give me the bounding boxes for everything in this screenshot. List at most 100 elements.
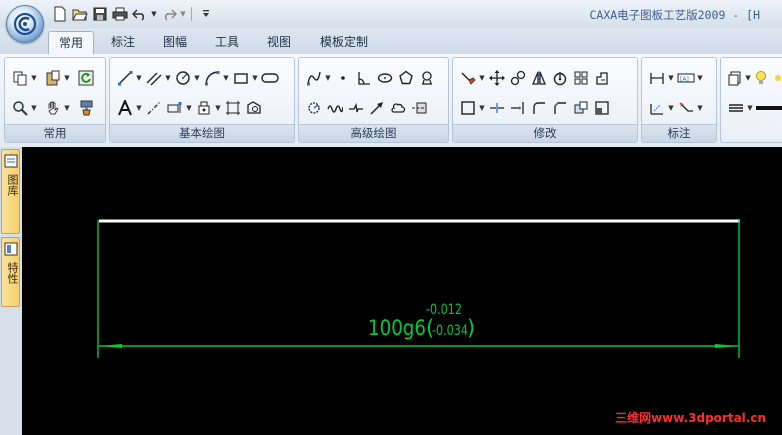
leader-button[interactable] (675, 98, 696, 119)
cloud-line-button[interactable] (387, 98, 408, 119)
arc-button[interactable] (201, 68, 222, 89)
circle-button[interactable] (172, 68, 193, 89)
scale-button[interactable] (591, 98, 612, 119)
boundary-button[interactable] (243, 98, 264, 119)
slot-button[interactable] (259, 68, 280, 89)
arc-dropdown[interactable]: ▼ (222, 68, 230, 89)
circle-dropdown[interactable]: ▼ (193, 68, 201, 89)
text-dropdown[interactable]: ▼ (135, 98, 143, 119)
zoom-dropdown[interactable]: ▼ (30, 98, 38, 119)
new-file-button[interactable] (50, 5, 69, 24)
block-dropdown[interactable]: ▼ (214, 98, 222, 119)
linetype-button[interactable] (725, 98, 746, 119)
gear-tooth-button[interactable] (303, 98, 324, 119)
delete-dropdown[interactable]: ▼ (478, 68, 486, 89)
undo-dropdown[interactable]: ▼ (150, 5, 158, 24)
parallel-dropdown[interactable]: ▼ (164, 68, 172, 89)
linetype-dropdown[interactable]: ▼ (746, 98, 754, 119)
redo-dropdown[interactable]: ▼ (179, 5, 187, 24)
break-line-button[interactable] (345, 98, 366, 119)
tab-annotation[interactable]: 标注 (101, 31, 145, 53)
pan-button[interactable] (42, 98, 63, 119)
text-button[interactable] (114, 98, 135, 119)
layer-state-button[interactable] (752, 68, 771, 89)
refresh-button[interactable] (75, 68, 96, 89)
application-menu-button[interactable] (6, 5, 44, 43)
drawing-canvas[interactable]: 100g6 ( -0.012 -0.034 ) 三维网www.3dportal.… (22, 147, 782, 435)
mirror-button[interactable] (528, 68, 549, 89)
leader-dropdown[interactable]: ▼ (696, 98, 704, 119)
tab-common[interactable]: 常用 (48, 31, 94, 55)
coordinate-dimension-button[interactable] (646, 98, 667, 119)
open-folder-button[interactable] (70, 5, 89, 24)
dimension-style-dropdown[interactable]: ▼ (696, 68, 704, 89)
frame-button[interactable] (222, 98, 243, 119)
hatch-dropdown[interactable]: ▼ (185, 98, 193, 119)
rectangle-dropdown[interactable]: ▼ (251, 68, 259, 89)
lower-tolerance-text[interactable]: -0.034 (432, 323, 468, 339)
layer-state-extra-button[interactable] (771, 68, 782, 89)
tab-view[interactable]: 视图 (257, 31, 301, 53)
print-icon (112, 7, 127, 21)
arrow-button[interactable] (366, 98, 387, 119)
move-button[interactable] (486, 68, 507, 89)
lineweight-selector[interactable] (754, 98, 782, 119)
tab-sheet[interactable]: 图幅 (153, 31, 197, 53)
fillet-button[interactable] (528, 98, 549, 119)
print-button[interactable] (110, 5, 129, 24)
properties-brush-button[interactable] (75, 98, 96, 119)
group-caption-advanced-draw: 高级绘图 (299, 124, 448, 142)
paste-button[interactable] (42, 68, 63, 89)
hatch-button[interactable] (164, 98, 185, 119)
copy-objects-button[interactable] (507, 68, 528, 89)
line-dropdown[interactable]: ▼ (135, 68, 143, 89)
extend-button[interactable] (507, 98, 528, 119)
explode-button[interactable] (570, 98, 591, 119)
delete-button[interactable] (457, 68, 478, 89)
ellipse-button[interactable] (374, 68, 395, 89)
dimension-style-icon: [A] (677, 73, 694, 83)
customize-quick-access-button[interactable] (196, 5, 215, 24)
redo-button[interactable] (159, 5, 178, 24)
tab-tools[interactable]: 工具 (205, 31, 249, 53)
dimension-nominal-text[interactable]: 100g6 (368, 316, 426, 340)
spline-dropdown[interactable]: ▼ (324, 68, 332, 89)
hole-axis-button[interactable] (408, 98, 429, 119)
layer-dropdown[interactable]: ▼ (744, 68, 751, 89)
centerline-button[interactable] (143, 98, 164, 119)
layer-button[interactable] (725, 68, 744, 89)
dimension-dropdown[interactable]: ▼ (667, 68, 675, 89)
library-panel-tab[interactable]: 图库 (1, 149, 20, 234)
point-stamp-button[interactable] (416, 68, 437, 89)
angle-line-button[interactable] (353, 68, 374, 89)
polygon-button[interactable] (395, 68, 416, 89)
trim-button[interactable] (486, 98, 507, 119)
parallel-line-button[interactable] (143, 68, 164, 89)
stretch-button[interactable] (591, 68, 612, 89)
coordinate-dropdown[interactable]: ▼ (667, 98, 675, 119)
array-button[interactable] (570, 68, 591, 89)
pan-dropdown[interactable]: ▼ (63, 98, 71, 119)
layer-icon (728, 71, 741, 86)
offset-button[interactable] (457, 98, 478, 119)
tab-template[interactable]: 模板定制 (312, 31, 376, 53)
point-button[interactable] (332, 68, 353, 89)
upper-tolerance-text[interactable]: -0.012 (426, 302, 462, 318)
offset-dropdown[interactable]: ▼ (478, 98, 486, 119)
wave-line-button[interactable] (324, 98, 345, 119)
properties-panel-tab[interactable]: 特性 (1, 237, 20, 307)
undo-button[interactable] (130, 5, 149, 24)
copy-button[interactable] (9, 68, 30, 89)
save-button[interactable] (90, 5, 109, 24)
dimension-style-button[interactable]: [A] (675, 68, 696, 89)
paste-dropdown[interactable]: ▼ (63, 68, 71, 89)
block-button[interactable] (193, 98, 214, 119)
line-button[interactable] (114, 68, 135, 89)
rotate-button[interactable] (549, 68, 570, 89)
chamfer-button[interactable] (549, 98, 570, 119)
copy-dropdown[interactable]: ▼ (30, 68, 38, 89)
rectangle-button[interactable] (230, 68, 251, 89)
dimension-button[interactable] (646, 68, 667, 89)
spline-button[interactable] (303, 68, 324, 89)
zoom-button[interactable] (9, 98, 30, 119)
